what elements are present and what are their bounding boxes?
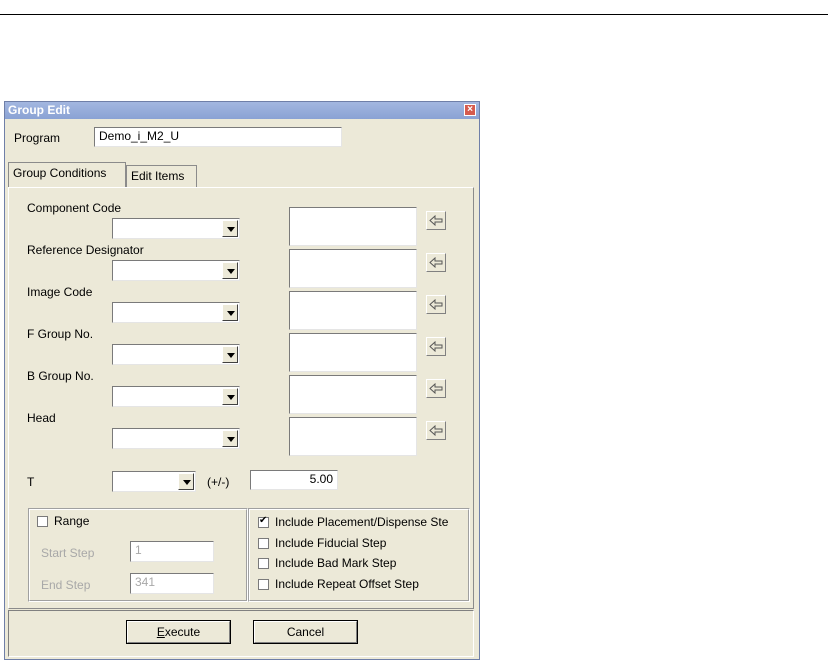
- program-field[interactable]: Demo_i_M2_U: [94, 127, 342, 147]
- reference-designator-add-button[interactable]: [426, 253, 446, 272]
- reference-designator-list[interactable]: [289, 249, 417, 288]
- component-code-list[interactable]: [289, 207, 417, 246]
- tolerance-label: (+/-): [207, 475, 230, 489]
- top-rule: [0, 14, 828, 15]
- image-code-label: Image Code: [27, 285, 93, 299]
- b-group-no-list[interactable]: [289, 375, 417, 414]
- b-group-no-add-button[interactable]: [426, 379, 446, 398]
- reference-designator-label: Reference Designator: [27, 243, 144, 257]
- range-label: Range: [54, 514, 90, 528]
- execute-mnemonic: E: [156, 625, 165, 639]
- f-group-no-label: F Group No.: [27, 327, 94, 341]
- execute-label: xecute: [164, 625, 201, 639]
- chevron-down-icon[interactable]: [222, 430, 238, 447]
- dialog-title: Group Edit: [8, 103, 70, 117]
- component-code-label: Component Code: [27, 201, 122, 215]
- tab-edit-items[interactable]: Edit Items: [126, 165, 197, 187]
- arrow-left-icon: [429, 341, 443, 352]
- image-code-list[interactable]: [289, 291, 417, 330]
- chevron-down-icon[interactable]: [222, 304, 238, 321]
- include-placement-checkbox[interactable]: [258, 515, 269, 528]
- start-step-label: Start Step: [41, 546, 95, 560]
- image-code-combo[interactable]: [112, 302, 240, 323]
- include-bad-mark-checkbox[interactable]: [258, 558, 269, 569]
- chevron-down-icon[interactable]: [222, 346, 238, 363]
- reference-designator-combo[interactable]: [112, 260, 240, 281]
- image-code-add-button[interactable]: [426, 295, 446, 314]
- close-icon[interactable]: ×: [464, 104, 476, 116]
- group-edit-dialog: Group Edit × Program Demo_i_M2_U Group C…: [4, 101, 480, 660]
- head-add-button[interactable]: [426, 421, 446, 440]
- include-repeat-offset-label: Include Repeat Offset Step: [275, 577, 419, 591]
- execute-button[interactable]: Execute: [126, 620, 231, 644]
- end-step-field[interactable]: 341: [130, 573, 214, 594]
- range-checkbox[interactable]: [37, 516, 48, 527]
- dialog-footer: [8, 610, 474, 657]
- head-label: Head: [27, 411, 56, 425]
- head-list[interactable]: [289, 417, 417, 456]
- arrow-left-icon: [429, 299, 443, 310]
- tolerance-field[interactable]: 5.00: [250, 470, 338, 490]
- chevron-down-icon[interactable]: [178, 473, 194, 490]
- f-group-no-list[interactable]: [289, 333, 417, 372]
- end-step-label: End Step: [41, 578, 91, 592]
- t-combo[interactable]: [112, 471, 196, 492]
- title-bar: Group Edit ×: [5, 102, 479, 119]
- cancel-button[interactable]: Cancel: [253, 620, 358, 644]
- program-label: Program: [14, 131, 61, 145]
- arrow-left-icon: [429, 257, 443, 268]
- include-bad-mark-label: Include Bad Mark Step: [275, 556, 397, 570]
- tab-group-conditions[interactable]: Group Conditions: [8, 162, 126, 187]
- b-group-no-combo[interactable]: [112, 386, 240, 407]
- arrow-left-icon: [429, 383, 443, 394]
- arrow-left-icon: [429, 215, 443, 226]
- include-placement-label: Include Placement/Dispense Ste: [275, 515, 449, 529]
- f-group-no-combo[interactable]: [112, 344, 240, 365]
- f-group-no-add-button[interactable]: [426, 337, 446, 356]
- include-fiducial-label: Include Fiducial Step: [275, 536, 387, 550]
- head-combo[interactable]: [112, 428, 240, 449]
- component-code-add-button[interactable]: [426, 211, 446, 230]
- component-code-combo[interactable]: [112, 218, 240, 239]
- include-fiducial-checkbox[interactable]: [258, 538, 269, 549]
- t-label: T: [27, 475, 35, 489]
- chevron-down-icon[interactable]: [222, 262, 238, 279]
- include-repeat-offset-checkbox[interactable]: [258, 579, 269, 590]
- chevron-down-icon[interactable]: [222, 220, 238, 237]
- start-step-field[interactable]: 1: [130, 541, 214, 562]
- chevron-down-icon[interactable]: [222, 388, 238, 405]
- arrow-left-icon: [429, 425, 443, 436]
- b-group-no-label: B Group No.: [27, 369, 94, 383]
